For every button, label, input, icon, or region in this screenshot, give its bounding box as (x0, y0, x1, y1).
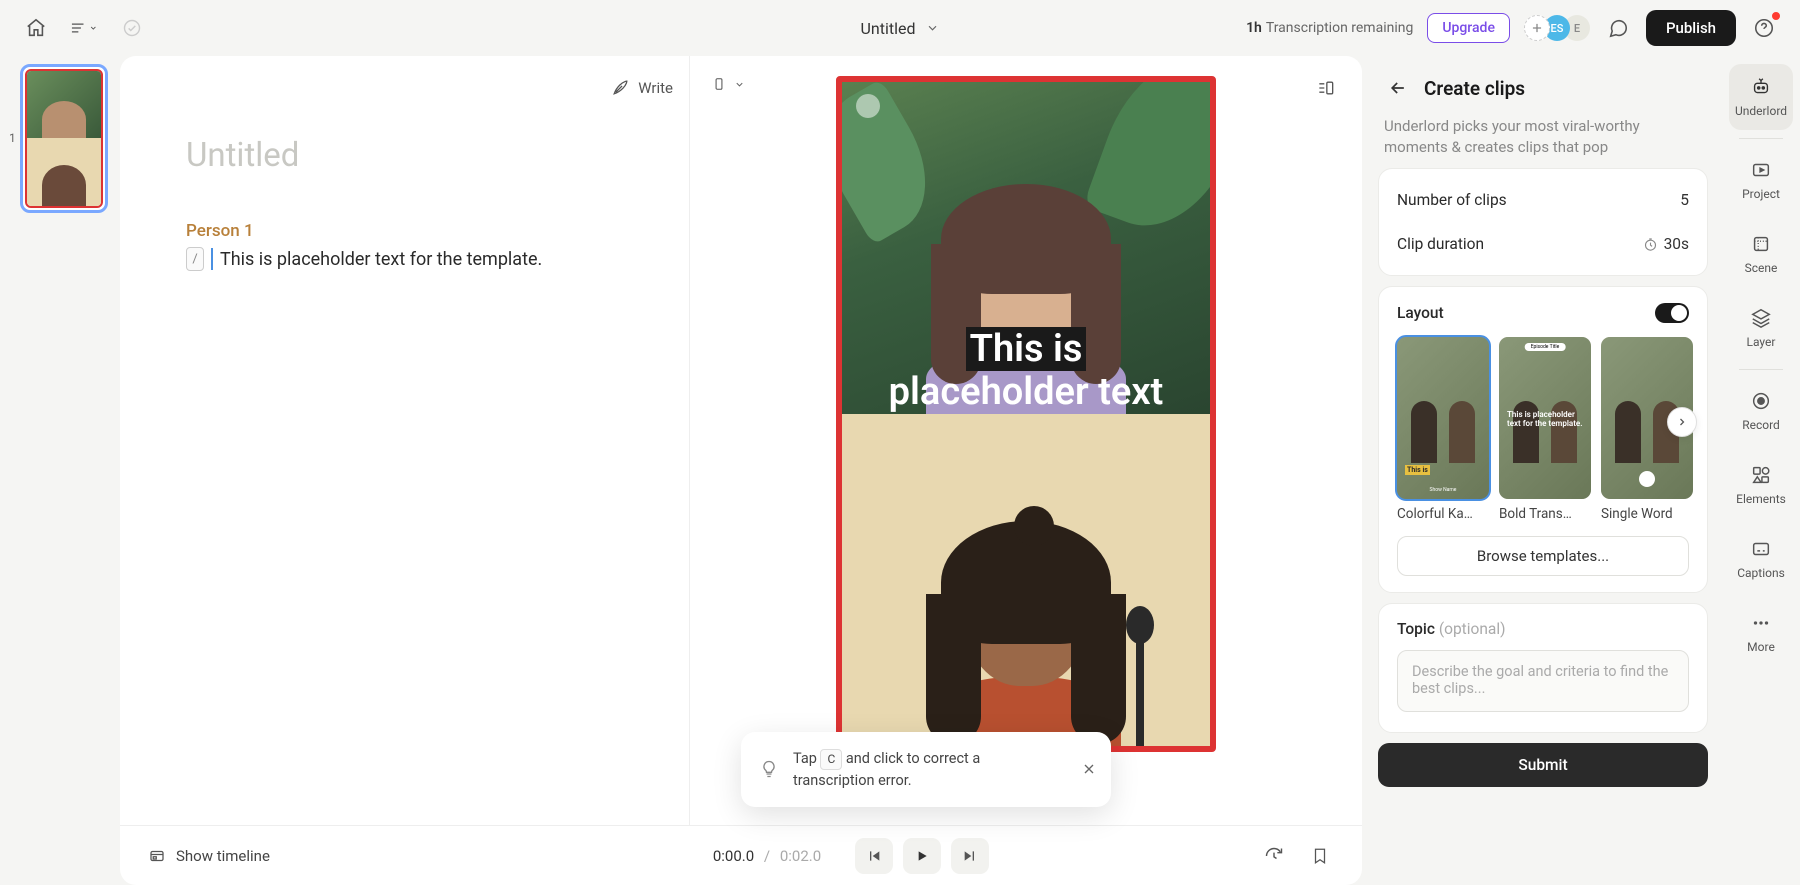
scene-thumbnail-preview (25, 69, 103, 208)
topic-card: Topic (optional) (1378, 603, 1708, 733)
timecode: 0:00.0 / 0:02.0 (713, 847, 821, 865)
comments-button[interactable] (1604, 14, 1632, 42)
text-cursor (211, 248, 213, 270)
slash-key-hint: / (186, 247, 204, 271)
panel-description: Underlord picks your most viral-worthy m… (1378, 116, 1708, 158)
avatar-group: ES E (1524, 15, 1590, 41)
clip-duration-row[interactable]: Clip duration 30s (1397, 229, 1689, 259)
rail-project[interactable]: Project (1729, 147, 1793, 213)
key-c: C (820, 749, 842, 770)
chevron-down-icon (734, 79, 745, 90)
layout-next-button[interactable] (1667, 407, 1697, 437)
write-button[interactable]: Write (611, 78, 673, 97)
doc-title-dropdown[interactable]: Untitled (861, 19, 940, 38)
phone-icon (712, 74, 726, 94)
layout-tile-bold[interactable]: Episode Title This is placeholder text f… (1499, 337, 1591, 522)
panel-title: Create clips (1424, 77, 1525, 100)
underlord-icon (1750, 76, 1772, 98)
layout-label: Layout (1397, 304, 1444, 322)
transcription-remaining: 1h Transcription remaining (1246, 20, 1413, 36)
layer-icon (1750, 307, 1772, 329)
clock-icon (1643, 237, 1658, 252)
lightbulb-icon (759, 759, 779, 779)
editor-body: Write Untitled Person 1 / This is placeh… (120, 56, 1362, 825)
topbar: Untitled 1h Transcription remaining Upgr… (0, 0, 1800, 56)
help-button[interactable] (1750, 14, 1778, 42)
script-title-placeholder[interactable]: Untitled (186, 136, 649, 175)
toggle-panel-button[interactable] (1312, 74, 1340, 102)
video-preview[interactable]: This is placeholder text (836, 76, 1216, 752)
sync-status-icon[interactable] (118, 14, 146, 42)
browse-templates-button[interactable]: Browse templates... (1397, 536, 1689, 576)
more-icon (1750, 612, 1772, 634)
upgrade-button[interactable]: Upgrade (1427, 13, 1510, 43)
topbar-right: 1h Transcription remaining Upgrade ES E … (1246, 10, 1778, 46)
playback-bar: Show timeline 0:00.0 / 0:02.0 (120, 825, 1362, 885)
captions-icon (1750, 538, 1772, 560)
layout-tile-colorful[interactable]: This is Show Name Colorful Ka… (1397, 337, 1489, 522)
rail-captions[interactable]: Captions (1729, 526, 1793, 592)
home-button[interactable] (22, 14, 50, 42)
timeline-icon (148, 847, 166, 865)
topic-label: Topic (optional) (1397, 620, 1689, 638)
scene-icon (1750, 233, 1772, 255)
number-of-clips-row[interactable]: Number of clips 5 (1397, 185, 1689, 215)
submit-button[interactable]: Submit (1378, 743, 1708, 787)
scenes-column: 1 (0, 56, 120, 885)
show-timeline-button[interactable]: Show timeline (148, 847, 488, 865)
skip-back-button[interactable] (855, 838, 893, 874)
layout-toggle[interactable] (1655, 303, 1689, 323)
scene-thumbnail-1[interactable]: 1 (20, 64, 108, 213)
watermark-icon (856, 94, 880, 118)
publish-button[interactable]: Publish (1646, 10, 1736, 46)
preview-caption: This is placeholder text (842, 328, 1210, 415)
layout-card: Layout This is Show Name Colorful Ka… Ep… (1378, 286, 1708, 593)
tooltip-close-button[interactable] (1081, 761, 1097, 777)
preview-pane: This is placeholder text (690, 56, 1362, 825)
correction-tooltip: Tap C and click to correct a transcripti… (741, 732, 1111, 807)
rail-elements[interactable]: Elements (1729, 452, 1793, 518)
rail-record[interactable]: Record (1729, 378, 1793, 444)
editor: Write Untitled Person 1 / This is placeh… (120, 56, 1362, 885)
elements-icon (1750, 464, 1772, 486)
create-clips-panel: Create clips Underlord picks your most v… (1370, 56, 1722, 885)
topic-input[interactable] (1397, 650, 1689, 712)
feather-icon (611, 78, 630, 97)
rail-more[interactable]: More (1729, 600, 1793, 666)
bookmark-button[interactable] (1306, 842, 1334, 870)
project-icon (1750, 159, 1772, 181)
speaker-label[interactable]: Person 1 (186, 221, 649, 241)
doc-title: Untitled (861, 19, 916, 38)
chevron-down-icon (925, 21, 939, 35)
skip-forward-button[interactable] (951, 838, 989, 874)
scene-number: 1 (9, 131, 16, 145)
clip-params-card: Number of clips 5 Clip duration 30s (1378, 168, 1708, 276)
notification-dot (1772, 12, 1780, 20)
topbar-left (22, 14, 146, 42)
rail-underlord[interactable]: Underlord (1729, 64, 1793, 130)
rail-scene[interactable]: Scene (1729, 221, 1793, 287)
menu-button[interactable] (70, 14, 98, 42)
main: 1 Write Untitled Person 1 / This is pla (0, 56, 1800, 885)
transcript-pane: Write Untitled Person 1 / This is placeh… (120, 56, 690, 825)
panel-back-button[interactable] (1384, 74, 1412, 102)
loop-button[interactable] (1260, 842, 1288, 870)
record-icon (1750, 390, 1772, 412)
aspect-ratio-dropdown[interactable] (712, 74, 745, 94)
layout-templates: This is Show Name Colorful Ka… Episode T… (1397, 337, 1689, 522)
transcript-line[interactable]: / This is placeholder text for the templ… (186, 247, 649, 271)
side-rail: Underlord Project Scene Layer Record Ele… (1722, 56, 1800, 885)
transcript-text: This is placeholder text for the templat… (220, 249, 542, 270)
rail-layer[interactable]: Layer (1729, 295, 1793, 361)
add-collaborator-button[interactable] (1524, 15, 1550, 41)
play-button[interactable] (903, 838, 941, 874)
